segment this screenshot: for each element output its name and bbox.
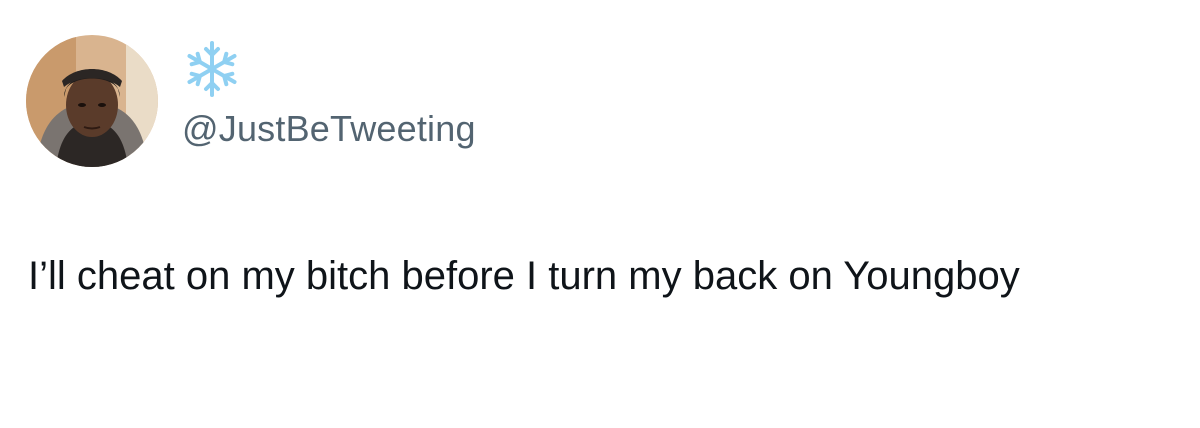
snowflake-icon	[187, 41, 237, 97]
tweet-card: ❄️	[0, 0, 1200, 428]
tweet-header: ❄️	[26, 35, 682, 167]
tweet-identity: ❄️	[182, 35, 682, 167]
display-name[interactable]: ❄️	[182, 39, 242, 99]
user-handle[interactable]: @JustBeTweeting	[182, 108, 476, 150]
tweet-text: I’ll cheat on my bitch before I turn my …	[28, 254, 1020, 298]
avatar-photo	[26, 35, 158, 167]
avatar[interactable]	[26, 35, 158, 167]
